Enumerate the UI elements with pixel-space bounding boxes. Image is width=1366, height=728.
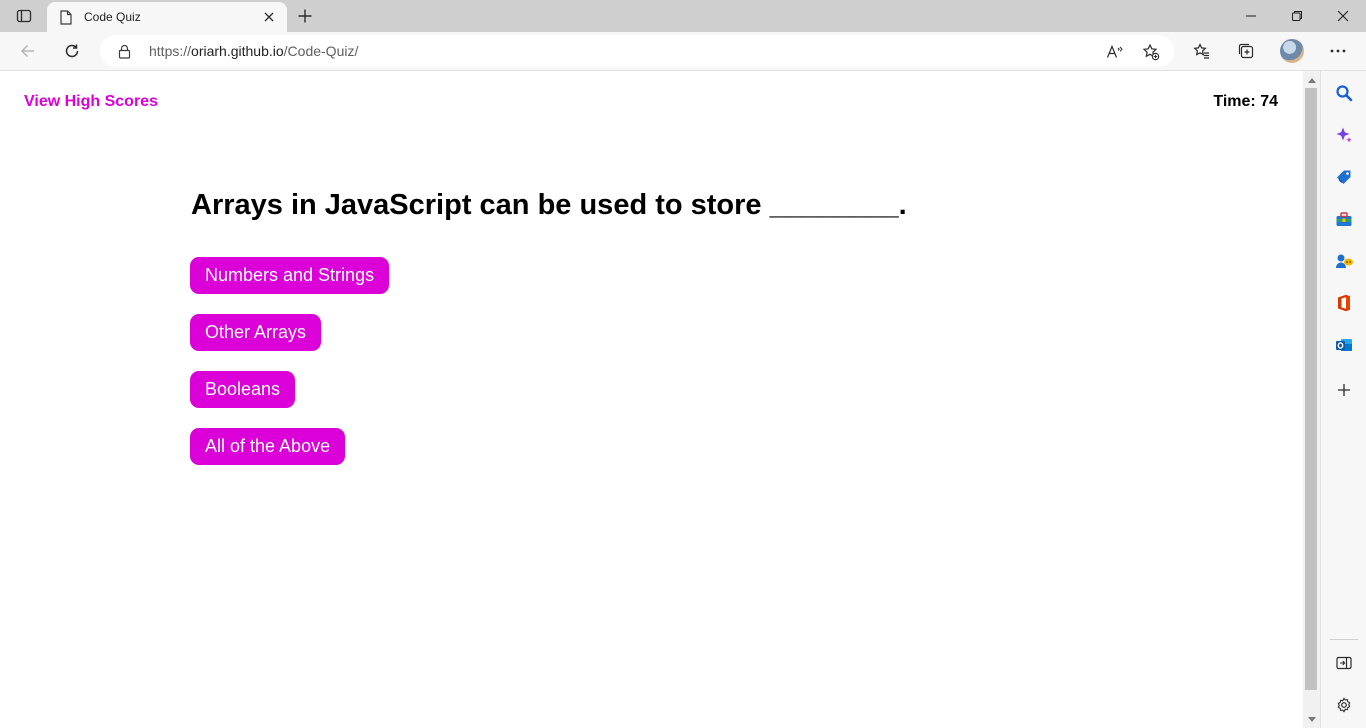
scroll-thumb[interactable]	[1305, 88, 1317, 690]
sidebar-divider	[1330, 639, 1358, 640]
timer-value: 74	[1260, 93, 1278, 110]
hide-sidebar-icon[interactable]	[1330, 649, 1358, 677]
minimize-icon	[1246, 15, 1256, 17]
read-aloud-icon[interactable]	[1103, 40, 1127, 64]
plus-icon	[298, 9, 312, 23]
profile-avatar[interactable]	[1280, 39, 1304, 63]
page-document-icon	[60, 9, 74, 25]
minimize-button[interactable]	[1228, 0, 1274, 32]
page-viewport: View High Scores Time: 74 Arrays in Java…	[0, 71, 1303, 728]
url-path: /Code-Quiz/	[283, 43, 359, 59]
favorites-icon	[1193, 43, 1209, 59]
tab-actions-icon[interactable]	[10, 4, 38, 28]
new-tab-button[interactable]	[292, 4, 318, 28]
tools-icon[interactable]	[1330, 205, 1358, 233]
close-icon	[1337, 10, 1349, 22]
restore-icon	[1292, 11, 1302, 21]
office-icon[interactable]	[1330, 289, 1358, 317]
back-arrow-icon	[20, 44, 34, 58]
address-bar[interactable]: https://oriarh.github.io/Code-Quiz/	[100, 35, 1174, 67]
more-icon	[1330, 49, 1346, 53]
answer-button[interactable]: Booleans	[190, 371, 296, 408]
browser-titlebar: Code Quiz	[0, 0, 1366, 32]
favorites-button[interactable]	[1187, 37, 1217, 65]
settings-icon[interactable]	[1330, 691, 1358, 719]
answer-button[interactable]: Other Arrays	[190, 314, 322, 351]
browser-toolbar: https://oriarh.github.io/Code-Quiz/	[0, 32, 1366, 71]
refresh-button[interactable]	[57, 37, 87, 65]
question-text: Arrays in JavaScript can be used to stor…	[191, 189, 907, 221]
close-tab-icon[interactable]	[257, 5, 281, 29]
outlook-icon[interactable]	[1330, 331, 1358, 359]
shopping-icon[interactable]	[1330, 163, 1358, 191]
url-prefix: https://	[149, 43, 192, 59]
tab-title: Code Quiz	[84, 10, 141, 24]
lock-icon[interactable]	[118, 43, 132, 59]
timer: Time: 74	[1213, 93, 1278, 111]
edge-sidebar	[1320, 71, 1366, 728]
more-button[interactable]	[1323, 37, 1353, 65]
collections-icon	[1238, 43, 1254, 59]
timer-label: Time:	[1213, 93, 1256, 110]
answer-button[interactable]: All of the Above	[190, 428, 346, 465]
refresh-icon	[65, 44, 79, 58]
copilot-icon[interactable]	[1330, 121, 1358, 149]
page-scrollbar[interactable]	[1303, 71, 1320, 728]
scroll-up-arrow-icon[interactable]	[1303, 73, 1320, 87]
add-icon[interactable]	[1330, 376, 1358, 404]
view-high-scores-link[interactable]: View High Scores	[24, 93, 158, 111]
search-icon[interactable]	[1330, 79, 1358, 107]
answer-list: Numbers and Strings Other Arrays Boolean…	[190, 257, 390, 485]
games-icon[interactable]	[1330, 247, 1358, 275]
url-text[interactable]: https://oriarh.github.io/Code-Quiz/	[149, 43, 358, 59]
close-window-button[interactable]	[1320, 0, 1366, 32]
answer-button[interactable]: Numbers and Strings	[190, 257, 390, 294]
restore-button[interactable]	[1274, 0, 1320, 32]
browser-tab[interactable]: Code Quiz	[47, 2, 287, 32]
back-button[interactable]	[13, 37, 43, 65]
url-host: oriarh.github.io	[191, 43, 284, 59]
scroll-down-arrow-icon[interactable]	[1303, 712, 1320, 726]
add-favorite-icon[interactable]	[1139, 40, 1163, 64]
collections-button[interactable]	[1231, 37, 1261, 65]
